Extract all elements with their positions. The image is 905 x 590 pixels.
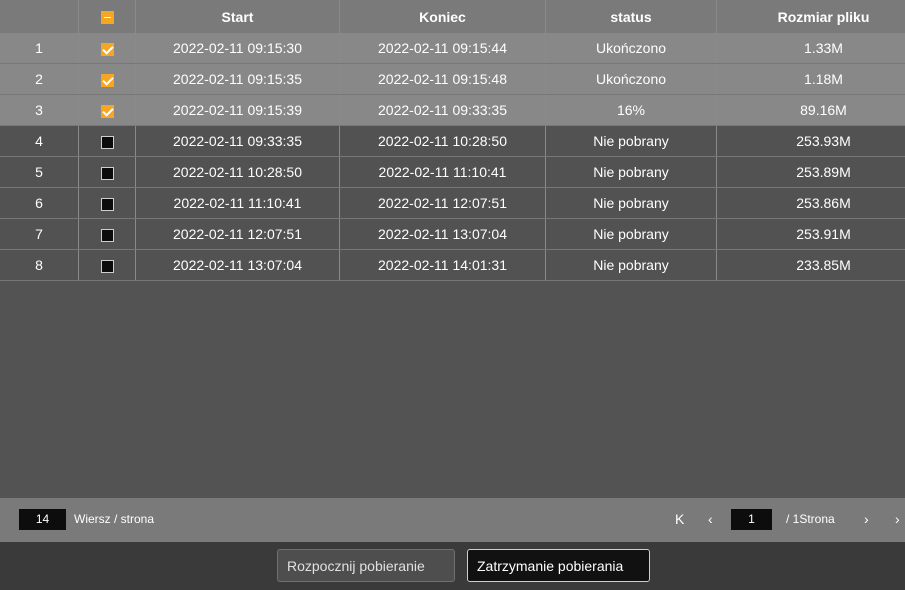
row-start-time: 2022-02-11 11:10:41 (135, 187, 340, 219)
table-row[interactable]: 6 2022-02-11 11:10:41 2022-02-11 12:07:51 N… (0, 187, 905, 219)
first-page-icon[interactable]: K (675, 509, 684, 529)
row-start-time: 2022-02-11 10:28:50 (135, 156, 340, 188)
row-status: Nie pobrany (545, 156, 717, 188)
row-file-size: 253.86M (716, 187, 905, 219)
row-select-cell[interactable] (78, 94, 136, 126)
row-select-cell[interactable] (78, 156, 136, 188)
row-status: 16% (545, 94, 717, 126)
select-all-checkbox[interactable] (100, 11, 114, 25)
header-end[interactable]: Koniec (339, 0, 546, 33)
row-index: 5 (0, 156, 79, 188)
table-row[interactable]: 7 2022-02-11 12:07:51 2022-02-11 13:07:04 N… (0, 218, 905, 250)
row-select-cell[interactable] (78, 63, 136, 95)
row-file-size: 233.85M (716, 249, 905, 281)
table-row[interactable]: 5 2022-02-11 10:28:50 2022-02-11 11:10:41 N… (0, 156, 905, 188)
row-status: Nie pobrany (545, 187, 717, 219)
row-checkbox[interactable] (100, 104, 114, 118)
start-download-button[interactable]: Rozpocznij pobieranie (277, 549, 455, 582)
row-select-cell[interactable] (78, 187, 136, 219)
row-start-time: 2022-02-11 09:15:39 (135, 94, 340, 126)
pagination-bar: 14 Wiersz / strona K ‹ 1 / 1Strona › › (0, 498, 905, 542)
header-start[interactable]: Start (135, 0, 340, 33)
recordings-table: Start Koniec status Rozmiar pliku 1 2022-… (0, 0, 905, 281)
row-status: Nie pobrany (545, 218, 717, 250)
row-end-time: 2022-02-11 11:10:41 (339, 156, 546, 188)
rows-per-page-label: Wiersz / strona (74, 512, 155, 526)
row-select-cell[interactable] (78, 33, 136, 64)
header-status[interactable]: status (545, 0, 717, 33)
row-end-time: 2022-02-11 09:15:48 (339, 63, 546, 95)
prev-page-icon[interactable]: ‹ (708, 509, 713, 529)
row-checkbox[interactable] (100, 259, 114, 273)
row-file-size: 253.91M (716, 218, 905, 250)
row-file-size: 253.89M (716, 156, 905, 188)
row-start-time: 2022-02-11 13:07:04 (135, 249, 340, 281)
row-start-time: 2022-02-11 12:07:51 (135, 218, 340, 250)
page-number-input[interactable]: 1 (731, 509, 772, 530)
row-checkbox[interactable] (100, 228, 114, 242)
rows-per-page-input[interactable]: 14 (19, 509, 66, 530)
row-checkbox[interactable] (100, 166, 114, 180)
row-end-time: 2022-02-11 14:01:31 (339, 249, 546, 281)
download-manager: Start Koniec status Rozmiar pliku 1 2022-… (0, 0, 905, 590)
row-end-time: 2022-02-11 12:07:51 (339, 187, 546, 219)
row-end-time: 2022-02-11 09:33:35 (339, 94, 546, 126)
row-file-size: 89.16M (716, 94, 905, 126)
row-end-time: 2022-02-11 09:15:44 (339, 33, 546, 64)
row-end-time: 2022-02-11 13:07:04 (339, 218, 546, 250)
header-index (0, 0, 79, 33)
row-index: 8 (0, 249, 79, 281)
table-row[interactable]: 8 2022-02-11 13:07:04 2022-02-11 14:01:31 N… (0, 249, 905, 281)
table-row[interactable]: 4 2022-02-11 09:33:35 2022-02-11 10:28:50 N… (0, 125, 905, 157)
row-index: 1 (0, 33, 79, 64)
page-total-label: / 1Strona (786, 512, 835, 526)
row-index: 3 (0, 94, 79, 126)
row-file-size: 1.33M (716, 33, 905, 64)
row-index: 6 (0, 187, 79, 219)
table-row[interactable]: 3 2022-02-11 09:15:39 2022-02-11 09:33:35 1… (0, 94, 905, 126)
row-checkbox[interactable] (100, 135, 114, 149)
row-start-time: 2022-02-11 09:15:35 (135, 63, 340, 95)
row-index: 4 (0, 125, 79, 157)
row-file-size: 253.93M (716, 125, 905, 157)
stop-download-button[interactable]: Zatrzymanie pobierania (467, 549, 650, 582)
row-start-time: 2022-02-11 09:15:30 (135, 33, 340, 64)
row-status: Ukończono (545, 63, 717, 95)
row-start-time: 2022-02-11 09:33:35 (135, 125, 340, 157)
header-size[interactable]: Rozmiar pliku (716, 0, 905, 33)
table-row[interactable]: 2 2022-02-11 09:15:35 2022-02-11 09:15:48 U… (0, 63, 905, 95)
row-status: Nie pobrany (545, 125, 717, 157)
header-select-all[interactable] (78, 0, 136, 33)
row-select-cell[interactable] (78, 125, 136, 157)
row-index: 2 (0, 63, 79, 95)
row-checkbox[interactable] (100, 42, 114, 56)
row-status: Ukończono (545, 33, 717, 64)
row-file-size: 1.18M (716, 63, 905, 95)
row-end-time: 2022-02-11 10:28:50 (339, 125, 546, 157)
row-checkbox[interactable] (100, 73, 114, 87)
row-status: Nie pobrany (545, 249, 717, 281)
last-page-icon[interactable]: › (895, 509, 900, 529)
action-footer: Rozpocznij pobieranie Zatrzymanie pobier… (0, 542, 905, 590)
row-select-cell[interactable] (78, 218, 136, 250)
row-index: 7 (0, 218, 79, 250)
row-select-cell[interactable] (78, 249, 136, 281)
table-row[interactable]: 1 2022-02-11 09:15:30 2022-02-11 09:15:44 U… (0, 33, 905, 64)
row-checkbox[interactable] (100, 197, 114, 211)
next-page-icon[interactable]: › (864, 509, 869, 529)
table-header-row: Start Koniec status Rozmiar pliku (0, 0, 905, 33)
